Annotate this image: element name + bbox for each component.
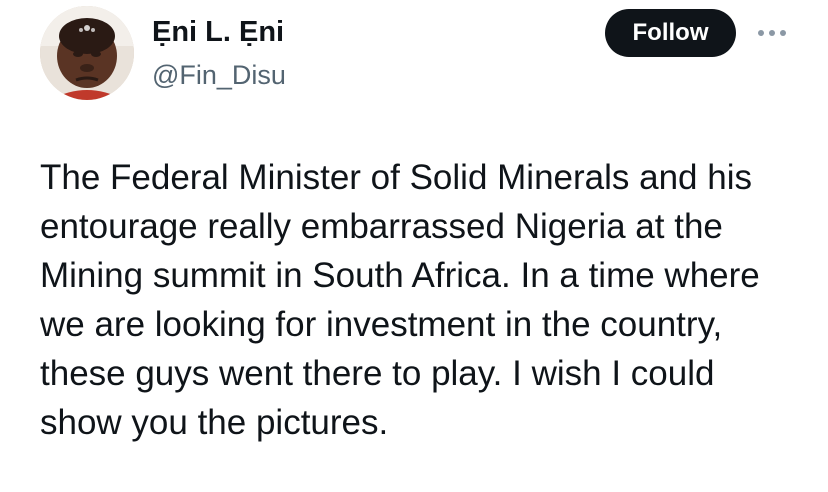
- tweet-text-line: entourage really embarrassed Nigeria at …: [40, 207, 723, 246]
- more-horizontal-icon: [758, 30, 764, 36]
- tweet-text-line: show you the pictures.: [40, 403, 389, 442]
- more-horizontal-icon-dot-3: [780, 30, 786, 36]
- more-options-button[interactable]: [752, 18, 792, 48]
- tweet-text-line: these guys went there to play. I wish I …: [40, 354, 715, 393]
- tweet-text-line: we are looking for investment in the cou…: [40, 305, 723, 344]
- avatar-image: [40, 6, 134, 100]
- tweet-text-line: The Federal Minister of Solid Minerals a…: [40, 158, 752, 197]
- user-handle[interactable]: @Fin_Disu: [152, 58, 286, 92]
- more-horizontal-icon-dot-2: [769, 30, 775, 36]
- avatar[interactable]: [40, 6, 134, 100]
- tweet-text: The Federal Minister of Solid Minerals a…: [40, 153, 820, 447]
- display-name[interactable]: Ẹni L. Ẹni: [152, 14, 284, 50]
- tweet-text-line: Mining summit in South Africa. In a time…: [40, 256, 760, 295]
- follow-button[interactable]: Follow: [605, 9, 736, 57]
